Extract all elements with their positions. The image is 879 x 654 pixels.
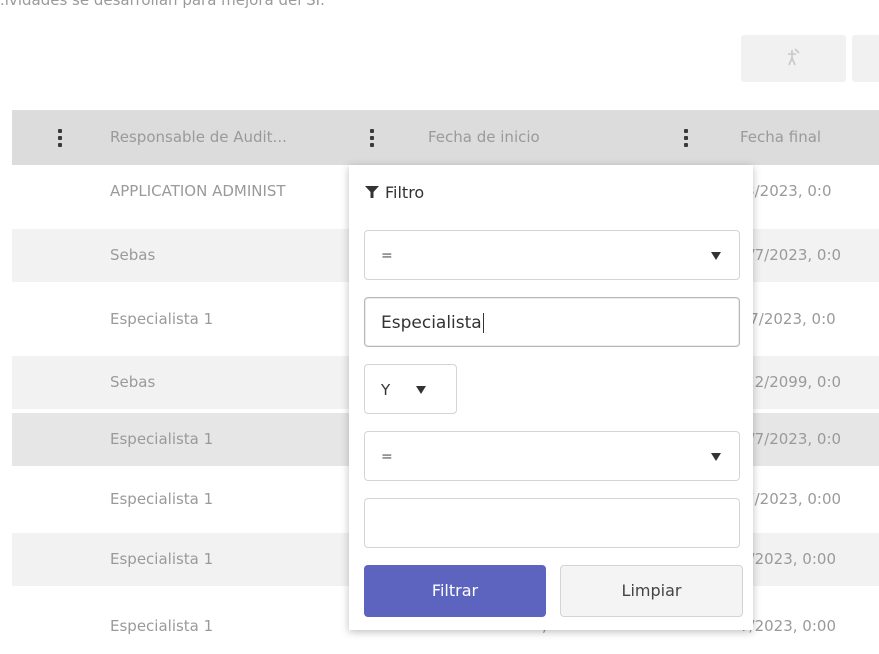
filter-value-input-2[interactable] bbox=[364, 498, 740, 548]
cell-responsable: Sebas bbox=[110, 246, 156, 264]
cell-responsable: Especialista 1 bbox=[110, 310, 214, 328]
column-menu-icon[interactable] bbox=[53, 110, 67, 165]
filter-title-label: Filtro bbox=[385, 182, 425, 202]
cell-fecha-final: /12/2099, 0:0 bbox=[740, 373, 842, 391]
operator-select-1[interactable]: = bbox=[364, 230, 740, 280]
chevron-down-icon bbox=[416, 386, 426, 394]
column-menu-icon[interactable] bbox=[365, 110, 379, 165]
filter-clear-button[interactable]: Limpiar bbox=[560, 565, 743, 617]
filter-title: Filtro bbox=[365, 181, 424, 203]
cell-fecha-final: l/7/2023, 0:0 bbox=[740, 310, 836, 328]
filter-value-text: Especialista bbox=[381, 313, 482, 333]
chevron-down-icon bbox=[711, 252, 721, 260]
pin-off-icon bbox=[788, 48, 800, 66]
text-caret bbox=[482, 313, 484, 333]
column-menu-icon[interactable] bbox=[679, 110, 693, 165]
filter-popup: Filtro = Especialista Y = Filtrar Limpia… bbox=[349, 165, 753, 630]
cell-fecha-final: 3/7/2023, 0:0 bbox=[740, 246, 842, 264]
header-fecha-final[interactable]: Fecha final bbox=[740, 110, 821, 165]
logic-value: Y bbox=[381, 381, 391, 399]
cell-responsable: APPLICATION ADMINIST bbox=[110, 182, 286, 200]
toolbar-button[interactable] bbox=[852, 35, 879, 82]
cell-responsable: Especialista 1 bbox=[110, 490, 214, 508]
header-fecha-inicio[interactable]: Fecha de inicio bbox=[428, 110, 540, 165]
cell-fecha-final: 7/2023, 0:00 bbox=[740, 617, 836, 635]
filter-apply-button[interactable]: Filtrar bbox=[364, 565, 546, 617]
cell-fecha-final: 0/7/2023, 0:0 bbox=[740, 430, 842, 448]
cell-fecha-final: /7/2023, 0:00 bbox=[740, 490, 842, 508]
pin-off-button[interactable] bbox=[741, 35, 846, 82]
header-responsable[interactable]: Responsable de Audit... bbox=[110, 110, 287, 165]
page-description: .ividades se desarrollan para mejora del… bbox=[0, 0, 325, 9]
logic-select[interactable]: Y bbox=[364, 364, 457, 414]
filter-value-input-1[interactable]: Especialista bbox=[364, 297, 740, 347]
cell-fecha-final: 7/2023, 0:00 bbox=[740, 550, 836, 568]
cell-fecha-final: /8/2023, 0:0 bbox=[740, 182, 832, 200]
cell-responsable: Especialista 1 bbox=[110, 430, 214, 448]
chevron-down-icon bbox=[711, 453, 721, 461]
operator-value: = bbox=[381, 449, 393, 465]
grid-header: Responsable de Audit... Fecha de inicio … bbox=[12, 110, 879, 165]
operator-value: = bbox=[381, 248, 393, 264]
operator-select-2[interactable]: = bbox=[364, 431, 740, 481]
cell-responsable: Especialista 1 bbox=[110, 617, 214, 635]
filter-icon bbox=[365, 186, 379, 198]
cell-responsable: Especialista 1 bbox=[110, 550, 214, 568]
cell-responsable: Sebas bbox=[110, 373, 156, 391]
